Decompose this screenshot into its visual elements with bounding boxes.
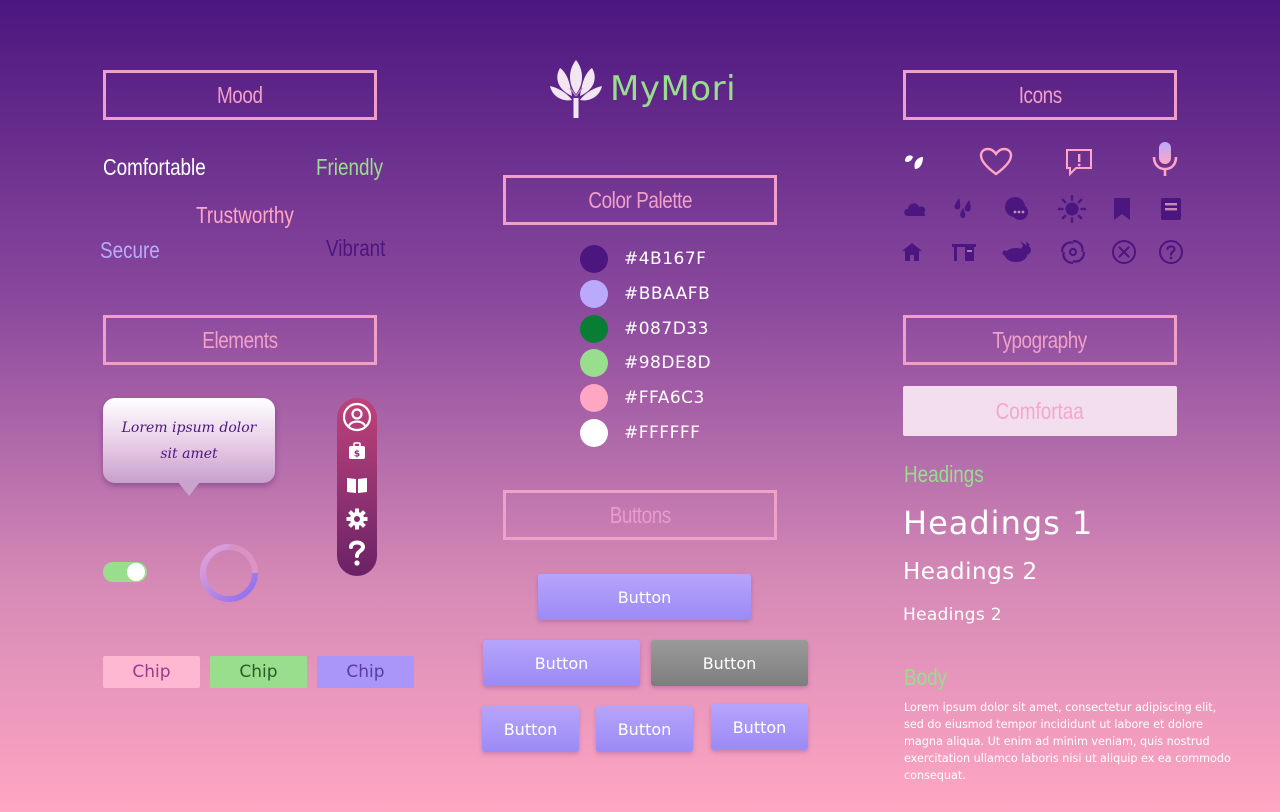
bookmark-icon <box>1110 196 1134 222</box>
font-name-sample: Comfortaa <box>903 386 1177 436</box>
cloud-icon <box>902 196 928 220</box>
mood-word-friendly: Friendly <box>316 154 384 180</box>
small-button-3[interactable]: Button <box>711 704 808 750</box>
palette-row-5: #FFA6C3 <box>580 384 705 412</box>
speech-bubble-text: Lorem ipsum dolor sit amet <box>121 419 257 462</box>
swatch-label: #4B167F <box>624 249 707 269</box>
palette-row-2: #BBAAFB <box>580 280 710 308</box>
swatch-label: #FFA6C3 <box>624 388 705 408</box>
icons-title-text: Icons <box>1018 81 1062 108</box>
font-name: Comfortaa <box>995 397 1085 424</box>
body-label: Body <box>904 664 947 690</box>
spiral-icon <box>1059 238 1087 266</box>
microphone-icon <box>1148 140 1182 180</box>
loading-spinner <box>198 542 260 604</box>
icons-section-title: Icons <box>903 70 1177 120</box>
buttons-title-text: Buttons <box>609 501 671 528</box>
palette-row-3: #087D33 <box>580 315 709 343</box>
palette-row-4: #98DE8D <box>580 349 711 377</box>
primary-button[interactable]: Button <box>538 574 751 620</box>
toggle-knob <box>127 563 145 581</box>
rabbit-icon <box>1002 240 1032 264</box>
question-icon[interactable] <box>342 538 372 568</box>
elements-title-text: Elements <box>202 326 278 353</box>
swatch-light-green <box>580 349 608 377</box>
small-button-1[interactable]: Button <box>482 706 579 752</box>
secondary-button[interactable]: Button <box>483 640 640 686</box>
swatch-dark-green <box>580 315 608 343</box>
swatch-label: #FFFFFF <box>624 423 701 443</box>
mood-word-secure: Secure <box>100 237 160 263</box>
swatch-label: #98DE8D <box>624 353 712 373</box>
home-icon <box>900 240 924 264</box>
color-palette-title-text: Color Palette <box>588 186 692 213</box>
swatch-pink <box>580 384 608 412</box>
swatch-lavender <box>580 280 608 308</box>
small-button-2[interactable]: Button <box>596 706 693 752</box>
notebook-icon <box>1159 196 1183 222</box>
palette-row-1: #4B167F <box>580 245 706 273</box>
mood-title-text: Mood <box>217 81 263 108</box>
swatch-label: #BBAAFB <box>624 284 711 304</box>
swatch-primary-purple <box>580 245 608 273</box>
color-palette-section-title: Color Palette <box>503 175 777 225</box>
chat-alert-icon <box>1063 146 1095 178</box>
typography-title-text: Typography <box>992 326 1088 353</box>
lotus-logo-icon <box>550 60 602 118</box>
buttons-section-title: Buttons <box>503 490 777 540</box>
mood-word-trustworthy: Trustworthy <box>196 202 294 228</box>
user-circle-icon[interactable] <box>342 402 372 432</box>
close-circle-icon <box>1110 238 1138 266</box>
gear-icon[interactable] <box>342 504 372 534</box>
toggle-switch[interactable] <box>103 562 147 582</box>
svg-text:$: $ <box>354 450 360 460</box>
typography-section-title: Typography <box>903 315 1177 365</box>
chip-green[interactable]: Chip <box>210 656 307 688</box>
vertical-nav-bar: $ <box>337 398 377 576</box>
briefcase-dollar-icon[interactable]: $ <box>342 436 372 466</box>
leaves-icon <box>902 150 926 174</box>
chip-lavender[interactable]: Chip <box>317 656 414 688</box>
brand-name: MyMori <box>610 69 737 109</box>
headings-label: Headings <box>904 461 984 487</box>
mood-section-title: Mood <box>103 70 377 120</box>
mood-word-comfortable: Comfortable <box>103 154 206 180</box>
heart-icon <box>979 146 1013 178</box>
elements-section-title: Elements <box>103 315 377 365</box>
palette-row-6: #FFFFFF <box>580 419 700 447</box>
disabled-button[interactable]: Button <box>651 640 808 686</box>
swatch-white <box>580 419 608 447</box>
speech-bubble-tail <box>178 482 200 496</box>
help-circle-icon <box>1157 238 1185 266</box>
heading-2-sample: Headings 2 <box>903 559 1038 585</box>
droplets-icon <box>950 194 978 222</box>
desk-icon <box>950 240 978 264</box>
chip-pink[interactable]: Chip <box>103 656 200 688</box>
swatch-label: #087D33 <box>624 319 709 339</box>
sun-icon <box>1057 194 1087 224</box>
speech-bubble: Lorem ipsum dolor sit amet <box>103 398 275 483</box>
heading-1-sample: Headings 1 <box>903 504 1094 542</box>
body-text-sample: Lorem ipsum dolor sit amet, consectetur … <box>904 701 1231 782</box>
mood-word-vibrant: Vibrant <box>326 235 386 261</box>
heading-3-sample: Headings 2 <box>903 605 1002 625</box>
book-open-icon[interactable] <box>342 470 372 500</box>
brand-logo: MyMori <box>548 58 736 120</box>
chat-bubbles-icon <box>1002 194 1032 224</box>
